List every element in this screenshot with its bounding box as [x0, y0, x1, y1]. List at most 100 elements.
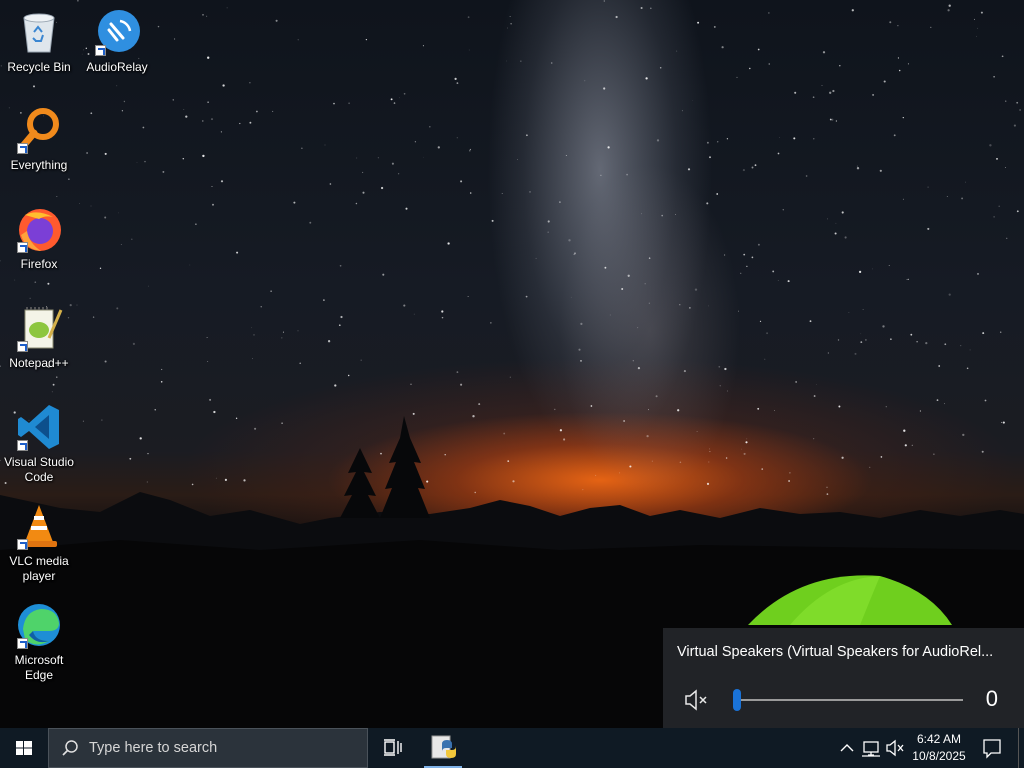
star	[256, 110, 258, 113]
desktop-icon-vscode[interactable]: Visual Studio Code	[1, 403, 77, 485]
star	[627, 274, 630, 277]
desktop-icon-recycle-bin[interactable]: Recycle Bin	[1, 8, 77, 75]
vscode-icon	[15, 403, 63, 451]
volume-slider[interactable]	[733, 689, 963, 711]
star	[162, 170, 165, 173]
star	[297, 330, 299, 332]
star	[339, 264, 342, 267]
star	[547, 220, 550, 223]
star	[724, 367, 727, 371]
desktop-icon-everything[interactable]: Everything	[1, 106, 77, 173]
star	[961, 197, 964, 200]
star	[751, 166, 754, 169]
mute-toggle-button[interactable]	[681, 688, 711, 712]
star	[708, 305, 709, 307]
star	[844, 236, 847, 239]
star	[687, 168, 691, 171]
taskbar-clock[interactable]: 6:42 AM 10/8/2025	[906, 731, 972, 765]
star	[116, 85, 118, 87]
star	[377, 157, 380, 159]
start-button[interactable]	[0, 728, 48, 768]
star	[410, 383, 412, 385]
star	[251, 327, 253, 329]
star	[907, 63, 909, 65]
star	[996, 158, 998, 160]
desktop-icon-label: Recycle Bin	[7, 60, 71, 74]
star	[172, 99, 174, 101]
star	[34, 281, 37, 284]
desktop-icon-edge[interactable]: Microsoft Edge	[1, 601, 77, 683]
star	[902, 116, 904, 119]
star	[116, 307, 119, 310]
star	[713, 25, 716, 28]
audio-device-name[interactable]: Virtual Speakers (Virtual Speakers for A…	[677, 644, 1007, 660]
star	[1006, 237, 1008, 239]
star	[456, 82, 459, 84]
star	[865, 339, 867, 341]
star	[559, 201, 561, 203]
shortcut-arrow-icon	[17, 242, 28, 253]
star	[944, 343, 947, 346]
star	[603, 0, 605, 2]
clock-date: 10/8/2025	[912, 749, 966, 763]
taskbar-search-box[interactable]: Type here to search	[48, 728, 368, 768]
desktop-icon-label: VLC media player	[9, 554, 69, 583]
star	[206, 336, 208, 339]
star	[813, 138, 815, 140]
star	[925, 341, 928, 345]
action-center-button[interactable]	[976, 728, 1008, 768]
star	[123, 100, 126, 103]
taskbar-app-python[interactable]	[422, 728, 464, 768]
task-view-button[interactable]	[372, 728, 412, 768]
shortcut-arrow-icon	[17, 539, 28, 550]
star	[391, 162, 394, 165]
desktop-icon-audiorelay[interactable]: AudioRelay	[79, 8, 155, 75]
star	[529, 191, 531, 193]
star	[683, 370, 686, 373]
star	[510, 23, 512, 25]
desktop-icon-firefox[interactable]: Firefox	[1, 205, 77, 272]
star	[397, 173, 400, 175]
network-button[interactable]	[860, 728, 884, 768]
star	[998, 205, 1000, 207]
star	[930, 26, 932, 29]
desktop-icon-vlc[interactable]: VLC media player	[1, 502, 77, 584]
star	[641, 213, 642, 215]
star	[916, 341, 918, 343]
star	[121, 110, 124, 112]
star	[202, 14, 204, 16]
volume-slider-thumb[interactable]	[733, 689, 741, 711]
star	[600, 174, 602, 176]
star	[422, 45, 424, 47]
star	[659, 66, 662, 69]
star	[185, 115, 188, 118]
star	[56, 376, 58, 378]
star	[360, 359, 362, 361]
star	[764, 358, 766, 360]
star	[754, 164, 757, 167]
show-desktop-button[interactable]	[1018, 728, 1024, 768]
star	[202, 120, 204, 122]
star	[794, 91, 797, 94]
desktop-icon-notepad-plus-plus[interactable]: Notepad++	[1, 304, 77, 371]
star	[815, 384, 817, 385]
star	[467, 296, 469, 297]
star	[837, 339, 840, 341]
star	[805, 175, 808, 177]
star	[131, 238, 133, 241]
star	[348, 102, 350, 105]
star	[969, 349, 971, 351]
star	[174, 38, 176, 40]
star	[621, 288, 624, 290]
volume-tray-button[interactable]	[884, 728, 906, 768]
star	[813, 395, 816, 397]
desktop-icon-label: Firefox	[20, 257, 58, 271]
star	[779, 137, 780, 139]
tray-overflow-button[interactable]	[836, 728, 858, 768]
star	[565, 154, 567, 156]
audiorelay-icon	[93, 8, 141, 56]
star	[607, 146, 610, 149]
star	[759, 320, 762, 323]
star	[132, 342, 135, 345]
star	[301, 147, 303, 149]
